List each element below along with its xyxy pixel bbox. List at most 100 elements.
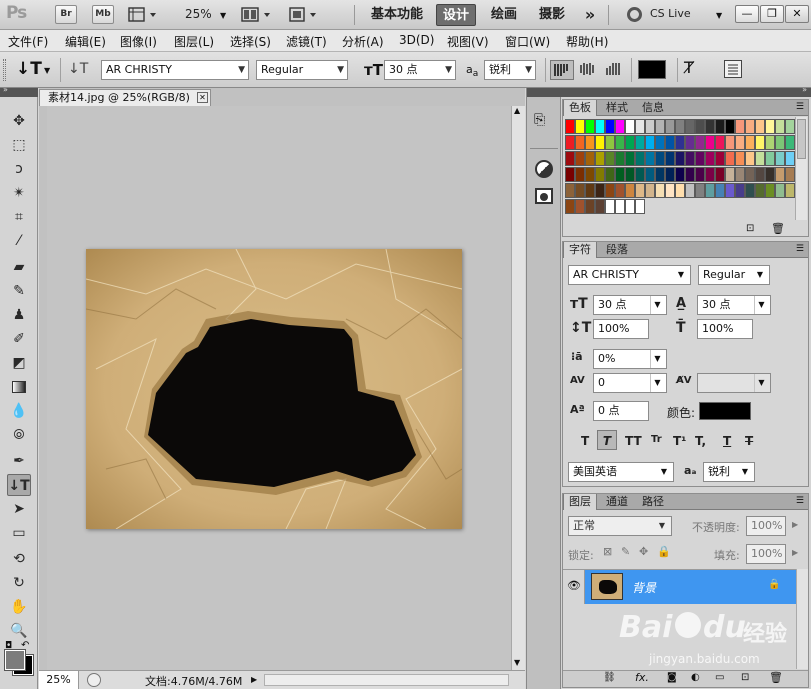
menu-file[interactable]: 文件(F) [8,33,48,50]
color-swatch[interactable] [755,167,765,182]
history-brush-tool[interactable]: ✐ [7,328,31,350]
color-swatch[interactable] [575,151,585,166]
tab-styles[interactable]: 样式 [601,100,633,116]
dodge-tool[interactable]: ⦾ [7,424,31,446]
grip-handle[interactable] [3,59,6,81]
toggle-orientation-icon[interactable]: ↓T [68,61,88,77]
color-swatch[interactable] [695,135,705,150]
color-swatch[interactable] [595,151,605,166]
color-swatch[interactable] [565,135,575,150]
color-swatch[interactable] [705,151,715,166]
cs-live-menu[interactable]: CS Live [650,7,691,20]
adjustments-panel-icon[interactable] [535,160,553,178]
color-swatch[interactable] [785,119,795,134]
all-caps-button[interactable]: TT [625,434,642,448]
font-style-select[interactable]: Regular ▼ [256,60,348,80]
layer-style-icon[interactable]: fx. [635,671,649,684]
color-swatch[interactable] [575,199,585,214]
masks-panel-icon[interactable] [535,188,553,204]
char-leading-input[interactable]: 30 点 ▼ [697,295,771,315]
char-baseline-shift-input[interactable]: 0 点 [593,401,649,421]
swatch-grid[interactable] [565,119,795,215]
color-swatch[interactable] [735,151,745,166]
color-swatch[interactable] [775,119,785,134]
color-swatch[interactable] [765,135,775,150]
text-color-swatch[interactable] [638,60,666,79]
fill-input[interactable]: 100% [746,544,786,564]
color-swatch[interactable] [715,151,725,166]
color-swatch[interactable] [655,167,665,182]
color-swatch[interactable] [735,119,745,134]
color-swatch[interactable] [735,167,745,182]
foreground-color-swatch[interactable] [4,649,26,671]
color-swatch[interactable] [755,151,765,166]
tab-character[interactable]: 字符 [563,242,597,258]
more-workspaces-button[interactable]: » [578,4,602,26]
color-swatch[interactable] [635,151,645,166]
blur-tool[interactable]: 💧 [7,400,31,422]
layer-row-background[interactable]: 👁 背景 🔒 [563,570,796,604]
brush-tool[interactable]: ✎ [7,280,31,302]
tab-paragraph[interactable]: 段落 [601,242,633,258]
color-swatch[interactable] [705,135,715,150]
color-swatch[interactable] [575,183,585,198]
color-swatch[interactable] [585,151,595,166]
lock-position-icon[interactable]: ✥ [639,545,648,558]
color-swatch[interactable] [625,119,635,134]
color-swatch[interactable] [615,135,625,150]
color-swatch[interactable] [685,135,695,150]
zoom-level-dropdown[interactable]: 25% [185,7,212,21]
color-swatch[interactable] [665,167,675,182]
char-tracking-input[interactable]: ▼ [697,373,771,393]
new-group-icon[interactable]: ▭ [715,672,724,683]
color-swatch[interactable] [645,119,655,134]
color-swatch[interactable] [635,199,645,214]
history-panel-icon[interactable]: ⎘ [534,112,554,132]
color-swatch[interactable] [625,167,635,182]
scroll-down-icon[interactable]: ▼ [514,658,520,667]
move-tool[interactable]: ✥ [7,110,31,132]
horizontal-scrollbar[interactable] [264,674,509,686]
char-font-family-select[interactable]: AR CHRISTY ▼ [568,265,691,285]
tab-channels[interactable]: 通道 [601,494,633,510]
color-swatch[interactable] [745,151,755,166]
strikethrough-button[interactable]: T [745,434,753,448]
char-kerning-input[interactable]: 0 ▼ [593,373,667,393]
char-vertical-scale-input[interactable]: 100% [593,319,649,339]
tab-layers[interactable]: 图层 [563,494,597,510]
color-swatch[interactable] [675,167,685,182]
color-swatch[interactable] [685,119,695,134]
color-swatch[interactable] [745,119,755,134]
color-swatch[interactable] [675,119,685,134]
color-swatch[interactable] [635,183,645,198]
color-swatch[interactable] [565,119,575,134]
workspace-painting[interactable]: 绘画 [484,4,524,26]
color-swatch[interactable] [675,151,685,166]
color-swatch[interactable] [695,183,705,198]
color-swatch[interactable] [775,135,785,150]
eraser-tool[interactable]: ◩ [7,352,31,374]
color-swatch[interactable] [605,151,615,166]
char-tsume-input[interactable]: 0% ▼ [593,349,667,369]
eyedropper-tool[interactable]: ⁄ [7,230,31,252]
color-swatch[interactable] [605,135,615,150]
color-swatch[interactable] [635,119,645,134]
color-swatch[interactable] [735,183,745,198]
color-swatch[interactable] [645,167,655,182]
language-select[interactable]: 美国英语 ▼ [568,462,674,482]
screen-mode-button[interactable] [288,6,324,24]
workspace-design[interactable]: 设计 [436,4,476,26]
layer-visibility-toggle[interactable]: 👁 [563,570,585,604]
color-swatch[interactable] [665,119,675,134]
menu-image[interactable]: 图像(I) [120,33,157,50]
gradient-tool[interactable] [7,376,31,398]
color-swatch[interactable] [635,135,645,150]
lock-image-icon[interactable]: ✎ [621,545,630,558]
color-swatch[interactable] [625,135,635,150]
color-swatch[interactable] [745,167,755,182]
color-swatch[interactable] [665,151,675,166]
color-swatch[interactable] [655,119,665,134]
color-swatch[interactable] [785,183,795,198]
align-center-button[interactable] [577,60,601,80]
color-swatch[interactable] [585,135,595,150]
